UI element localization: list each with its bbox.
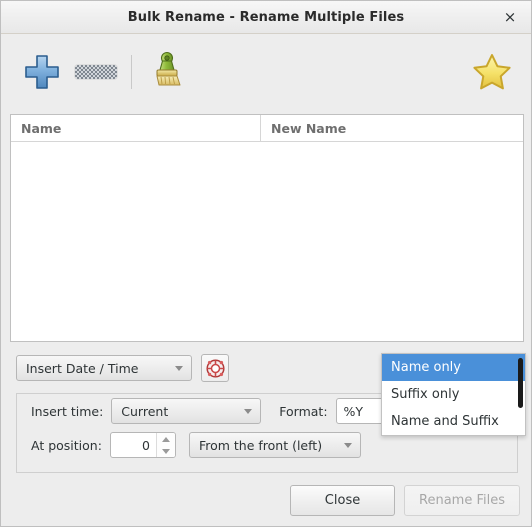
chevron-down-icon — [343, 443, 352, 448]
chevron-up-icon[interactable] — [161, 436, 170, 442]
menu-item-name-and-suffix[interactable]: Name and Suffix — [382, 408, 525, 435]
remove-files-button — [69, 45, 123, 99]
toolbar-separator — [131, 54, 132, 89]
criteria-help-button[interactable] — [201, 354, 229, 382]
plus-icon — [25, 54, 59, 89]
bulk-rename-dialog: Bulk Rename - Rename Multiple Files × Na… — [0, 0, 532, 527]
at-position-stepper[interactable]: 0 — [109, 432, 176, 458]
chevron-down-icon — [175, 366, 183, 371]
close-icon[interactable]: × — [497, 1, 523, 33]
file-list-header: Name New Name — [11, 115, 523, 142]
criteria-combo[interactable]: Insert Date / Time — [16, 355, 192, 381]
add-files-button[interactable] — [15, 45, 69, 99]
paintbrush-icon — [156, 51, 181, 85]
chevron-down-icon — [244, 409, 253, 414]
minus-icon — [74, 63, 118, 80]
title-bar: Bulk Rename - Rename Multiple Files × — [1, 1, 531, 34]
at-position-value: 0 — [141, 437, 150, 453]
menu-item-name-only[interactable]: Name only — [382, 354, 525, 381]
dialog-action-buttons: Close Rename Files — [290, 485, 520, 516]
lifebuoy-icon — [205, 358, 225, 378]
toolbar — [1, 34, 531, 109]
rename-files-button: Rename Files — [404, 485, 520, 516]
file-list[interactable]: Name New Name — [10, 114, 524, 342]
file-list-body[interactable] — [11, 142, 523, 341]
column-header-name[interactable]: Name — [11, 115, 261, 141]
criteria-combo-value: Insert Date / Time — [26, 360, 139, 376]
direction-combo[interactable]: From the front (left) — [188, 432, 361, 458]
direction-value: From the front (left) — [198, 437, 323, 453]
menu-item-suffix-only[interactable]: Suffix only — [382, 381, 525, 408]
chevron-down-icon[interactable] — [161, 448, 170, 454]
insert-time-label: Insert time: — [31, 403, 104, 419]
clear-button[interactable] — [140, 45, 194, 99]
format-label: Format: — [279, 403, 328, 419]
window-title: Bulk Rename - Rename Multiple Files — [127, 9, 405, 25]
vertical-scrollbar[interactable] — [518, 358, 523, 408]
format-value: %Y — [343, 403, 364, 419]
insert-time-value: Current — [121, 403, 169, 419]
criteria-dropdown-menu[interactable]: Name only Suffix only Name and Suffix — [381, 353, 526, 436]
column-header-new-name[interactable]: New Name — [261, 115, 523, 141]
insert-time-combo[interactable]: Current — [111, 398, 262, 424]
close-button[interactable]: Close — [290, 485, 396, 516]
at-position-label: At position: — [31, 437, 102, 453]
star-icon — [473, 54, 511, 90]
favorites-button[interactable] — [465, 45, 519, 99]
stepper-arrows[interactable] — [155, 433, 175, 457]
